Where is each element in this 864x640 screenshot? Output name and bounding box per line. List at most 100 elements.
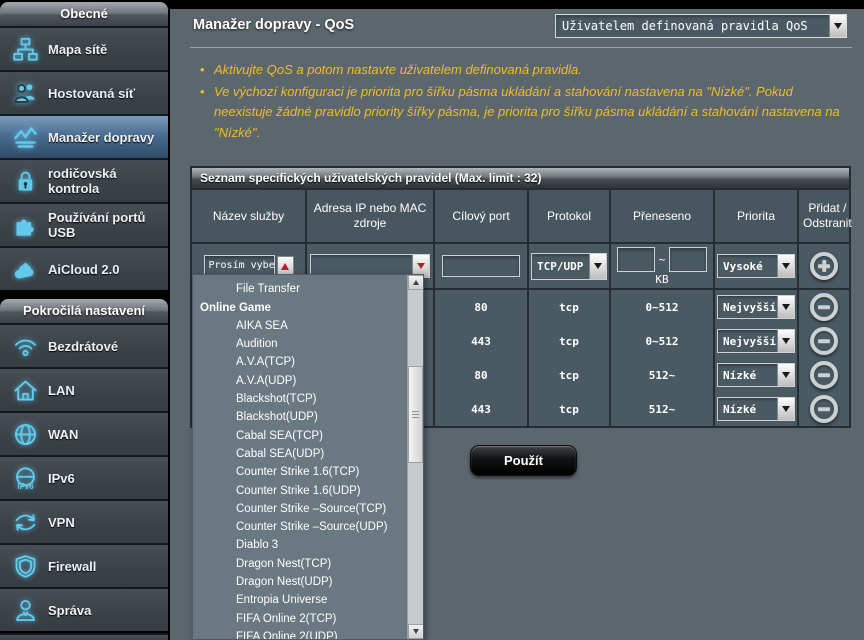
sidebar-item-mana-er-dopravy[interactable]: Manažer dopravy bbox=[0, 114, 168, 158]
sidebar-item-mapa-s-t-[interactable]: Mapa sítě bbox=[0, 26, 168, 70]
rule-port: 443 bbox=[435, 324, 529, 358]
service-option[interactable]: Blackshot(UDP) bbox=[193, 408, 407, 426]
service-option[interactable]: Cabal SEA(TCP) bbox=[193, 427, 407, 445]
add-priority-cell: Vysoké bbox=[715, 244, 799, 288]
admin-person-icon bbox=[8, 595, 42, 625]
sidebar-item-wan[interactable]: WAN bbox=[0, 411, 168, 455]
scroll-up-icon[interactable] bbox=[408, 275, 424, 290]
service-option[interactable]: Counter Strike –Source(TCP) bbox=[193, 500, 407, 518]
sidebar-item-spr-va[interactable]: Správa bbox=[0, 587, 168, 631]
rule-protocol: tcp bbox=[529, 358, 611, 392]
chevron-down-icon[interactable] bbox=[777, 364, 794, 386]
chevron-down-icon[interactable] bbox=[777, 330, 794, 352]
sidebar-item-label: Mapa sítě bbox=[42, 42, 107, 57]
service-option[interactable]: Counter Strike 1.6(TCP) bbox=[193, 463, 407, 481]
destination-port-input[interactable] bbox=[442, 255, 520, 277]
transferred-max-input[interactable] bbox=[669, 247, 707, 272]
sidebar-item-hostovan-s-[interactable]: Hostovaná síť bbox=[0, 70, 168, 114]
dropdown-scrollbar[interactable] bbox=[407, 275, 423, 639]
remove-rule-button[interactable] bbox=[810, 361, 838, 389]
rule-protocol: tcp bbox=[529, 290, 611, 324]
sidebar-item-aicloud-2-0[interactable]: AiCloud 2.0 bbox=[0, 246, 168, 290]
service-option[interactable]: Counter Strike 1.6(UDP) bbox=[193, 482, 407, 500]
chevron-down-icon[interactable] bbox=[777, 398, 794, 420]
transferred-min-input[interactable] bbox=[617, 247, 655, 272]
column-header-add-remove: Přidat / Odstranit bbox=[799, 190, 856, 242]
scroll-down-icon[interactable] bbox=[408, 624, 424, 639]
chevron-down-icon[interactable] bbox=[589, 254, 606, 279]
sidebar-item-ipv6[interactable]: IPv6 IPv6 bbox=[0, 455, 168, 499]
scrollbar-thumb[interactable] bbox=[408, 366, 423, 463]
sidebar-item-partial[interactable] bbox=[0, 633, 168, 640]
service-option[interactable]: File Transfer bbox=[193, 280, 407, 298]
service-option[interactable]: FIFA Online 2(TCP) bbox=[193, 610, 407, 628]
rule-transferred: 0~512 bbox=[611, 324, 715, 358]
sidebar-item-label: AiCloud 2.0 bbox=[42, 262, 120, 277]
rule-priority-cell: Nejvyšší bbox=[715, 324, 799, 358]
svg-text:IPv6: IPv6 bbox=[17, 482, 34, 491]
service-option[interactable]: Dragon Nest(TCP) bbox=[193, 555, 407, 573]
rule-remove-cell bbox=[799, 290, 849, 324]
service-option[interactable]: AIKA SEA bbox=[193, 317, 407, 335]
sidebar-item-label: Používání portů USB bbox=[42, 210, 168, 240]
chevron-down-icon[interactable] bbox=[777, 255, 794, 277]
sidebar-item-pou-v-n-port-usb[interactable]: Používání portů USB bbox=[0, 202, 168, 246]
remove-rule-button[interactable] bbox=[810, 395, 838, 423]
service-option[interactable]: FIFA Online 2(UDP) bbox=[193, 628, 407, 640]
scrollbar-grip-icon bbox=[412, 411, 419, 419]
ipv6-globe-icon: IPv6 bbox=[8, 463, 42, 493]
rule-priority-value: Nízké bbox=[718, 398, 777, 420]
service-option[interactable]: Audition bbox=[193, 335, 407, 353]
sidebar-item-vpn[interactable]: VPN bbox=[0, 499, 168, 543]
service-option[interactable]: Dragon Nest(UDP) bbox=[193, 573, 407, 591]
service-option[interactable]: A.V.A(TCP) bbox=[193, 353, 407, 371]
protocol-select[interactable]: TCP/UDP bbox=[531, 253, 607, 280]
service-option[interactable]: Cabal SEA(UDP) bbox=[193, 445, 407, 463]
table-title: Seznam specifických uživatelských pravid… bbox=[192, 168, 849, 190]
rule-remove-cell bbox=[799, 358, 849, 392]
rule-remove-cell bbox=[799, 392, 849, 426]
rule-protocol: tcp bbox=[529, 324, 611, 358]
house-icon bbox=[8, 375, 42, 405]
sidebar-item-lan[interactable]: LAN bbox=[0, 367, 168, 411]
rule-priority-select[interactable]: Nejvyšší bbox=[717, 329, 795, 353]
add-port-cell bbox=[435, 244, 529, 288]
chevron-down-icon[interactable] bbox=[829, 15, 846, 37]
chevron-down-icon[interactable] bbox=[777, 296, 794, 318]
service-option[interactable]: A.V.A(UDP) bbox=[193, 372, 407, 390]
add-protocol-cell: TCP/UDP bbox=[529, 244, 611, 288]
sidebar-item-label: rodičovská kontrola bbox=[42, 166, 168, 196]
apply-button[interactable]: Použít bbox=[470, 445, 577, 476]
rule-transferred: 0~512 bbox=[611, 290, 715, 324]
service-option[interactable]: Counter Strike –Source(UDP) bbox=[193, 518, 407, 536]
rule-priority-select[interactable]: Nízké bbox=[717, 397, 795, 421]
sidebar-section-general-header: Obecné bbox=[0, 2, 168, 26]
guest-network-icon bbox=[8, 78, 42, 108]
service-option[interactable]: Blackshot(TCP) bbox=[193, 390, 407, 408]
qos-mode-select[interactable]: Uživatelem definovaná pravidla QoS bbox=[555, 14, 847, 38]
sidebar-nav-advanced: Bezdrátové LAN WAN IPv6 IPv6 VPN Firewal… bbox=[0, 323, 168, 631]
vpn-icon bbox=[8, 507, 42, 537]
traffic-chart-icon bbox=[8, 122, 42, 152]
remove-rule-button[interactable] bbox=[810, 293, 838, 321]
service-option[interactable]: Diablo 3 bbox=[193, 536, 407, 554]
rule-remove-cell bbox=[799, 324, 849, 358]
sidebar-item-bezdr-tov-[interactable]: Bezdrátové bbox=[0, 323, 168, 367]
rule-port: 80 bbox=[435, 290, 529, 324]
table-header-row: Název služby Adresa IP nebo MAC zdroje C… bbox=[192, 190, 849, 244]
priority-select[interactable]: Vysoké bbox=[717, 254, 795, 278]
service-option[interactable]: Entropia Universe bbox=[193, 591, 407, 609]
content-area: Manažer dopravy - QoS Uživatelem definov… bbox=[170, 0, 864, 640]
remove-rule-button[interactable] bbox=[810, 327, 838, 355]
service-option[interactable]: Online Game bbox=[193, 299, 407, 317]
column-header-source: Adresa IP nebo MAC zdroje bbox=[307, 190, 435, 242]
rule-port: 443 bbox=[435, 392, 529, 426]
rule-priority-select[interactable]: Nízké bbox=[717, 363, 795, 387]
add-rule-button[interactable] bbox=[810, 252, 838, 280]
sidebar-item-rodi-ovsk-kontrola[interactable]: rodičovská kontrola bbox=[0, 158, 168, 202]
sidebar-item-label: Manažer dopravy bbox=[42, 130, 154, 145]
sidebar-item-firewall[interactable]: Firewall bbox=[0, 543, 168, 587]
usb-puzzle-icon bbox=[8, 210, 42, 240]
qos-mode-value: Uživatelem definovaná pravidla QoS bbox=[556, 19, 829, 33]
rule-priority-select[interactable]: Nejvyšší bbox=[717, 295, 795, 319]
